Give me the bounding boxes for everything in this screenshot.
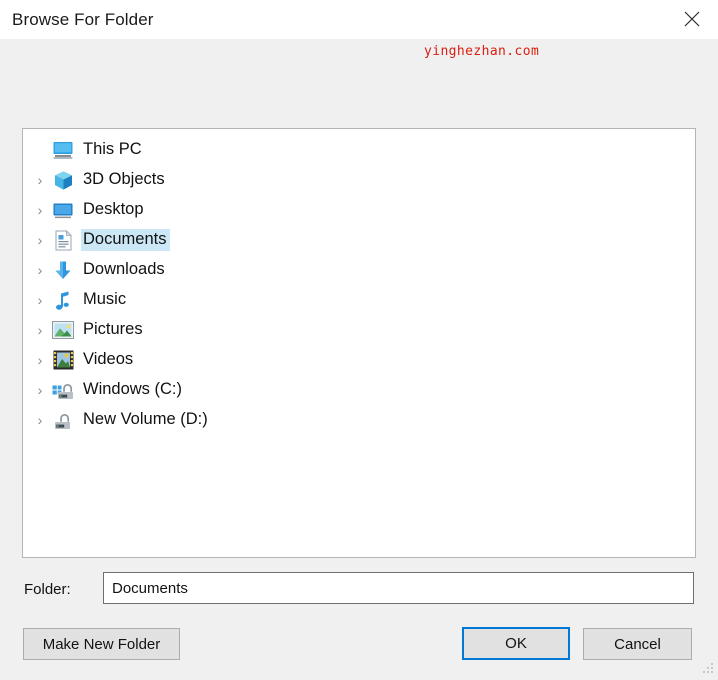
chevron-right-icon: › xyxy=(37,262,43,278)
tree-item-this-pc[interactable]: › This PC xyxy=(23,135,695,165)
chevron-right-icon: › xyxy=(37,232,43,248)
chevron-right-icon: › xyxy=(37,292,43,308)
chevron-right-icon: › xyxy=(37,352,43,368)
tree-item-downloads[interactable]: › Downloads xyxy=(23,255,695,285)
tree-item-videos[interactable]: › Videos xyxy=(23,345,695,375)
picture-icon xyxy=(51,319,75,341)
chevron-right-icon: › xyxy=(37,412,43,428)
chevron-right-icon: › xyxy=(37,382,43,398)
folder-path-input[interactable] xyxy=(103,572,694,604)
tree-item-windows-c[interactable]: › Windows (C:) xyxy=(23,375,695,405)
tree-item-3d-objects[interactable]: › 3D Objects xyxy=(23,165,695,195)
tree-item-music[interactable]: › Music xyxy=(23,285,695,315)
drive-icon xyxy=(51,409,75,431)
tree-item-desktop[interactable]: › Desktop xyxy=(23,195,695,225)
cancel-button[interactable]: Cancel xyxy=(583,628,692,660)
tree-item-label: Documents xyxy=(81,229,171,251)
make-new-folder-button[interactable]: Make New Folder xyxy=(23,628,180,660)
tree-item-label: 3D Objects xyxy=(83,170,165,189)
tree-item-label: Desktop xyxy=(83,200,144,219)
chevron-right-icon: › xyxy=(37,172,43,188)
folder-field-label: Folder: xyxy=(24,581,71,598)
tree-item-label: Pictures xyxy=(83,320,143,339)
ok-button[interactable]: OK xyxy=(462,627,570,660)
download-arrow-icon xyxy=(51,259,75,281)
folder-tree-list: › This PC › 3D xyxy=(23,129,695,435)
folder-tree-panel[interactable]: › This PC › 3D xyxy=(22,128,696,558)
desktop-icon xyxy=(51,199,75,221)
resize-grip[interactable] xyxy=(701,661,715,675)
document-icon xyxy=(51,229,75,251)
tree-item-label: Music xyxy=(83,290,127,309)
tree-item-label: Downloads xyxy=(83,260,165,279)
windows-drive-icon xyxy=(51,379,75,401)
chevron-right-icon: › xyxy=(37,322,43,338)
title-bar: Browse For Folder xyxy=(0,0,718,39)
tree-item-label: This PC xyxy=(83,140,142,159)
tree-item-label: Windows (C:) xyxy=(83,380,183,399)
close-button[interactable] xyxy=(666,0,718,38)
cube-icon xyxy=(51,169,75,191)
chevron-right-icon: › xyxy=(37,202,43,218)
tree-item-label: Videos xyxy=(83,350,134,369)
close-icon xyxy=(681,8,703,30)
tree-item-documents[interactable]: › Documents xyxy=(23,225,695,255)
page-title: Browse For Folder xyxy=(12,10,154,29)
tree-item-new-volume-d[interactable]: › New Volume (D:) xyxy=(23,405,695,435)
tree-item-pictures[interactable]: › Pictures xyxy=(23,315,695,345)
watermark-text: yinghezhan.com xyxy=(424,44,540,59)
music-note-icon xyxy=(51,289,75,311)
monitor-icon xyxy=(51,139,75,161)
film-strip-icon xyxy=(51,349,75,371)
tree-item-label: New Volume (D:) xyxy=(83,410,208,429)
